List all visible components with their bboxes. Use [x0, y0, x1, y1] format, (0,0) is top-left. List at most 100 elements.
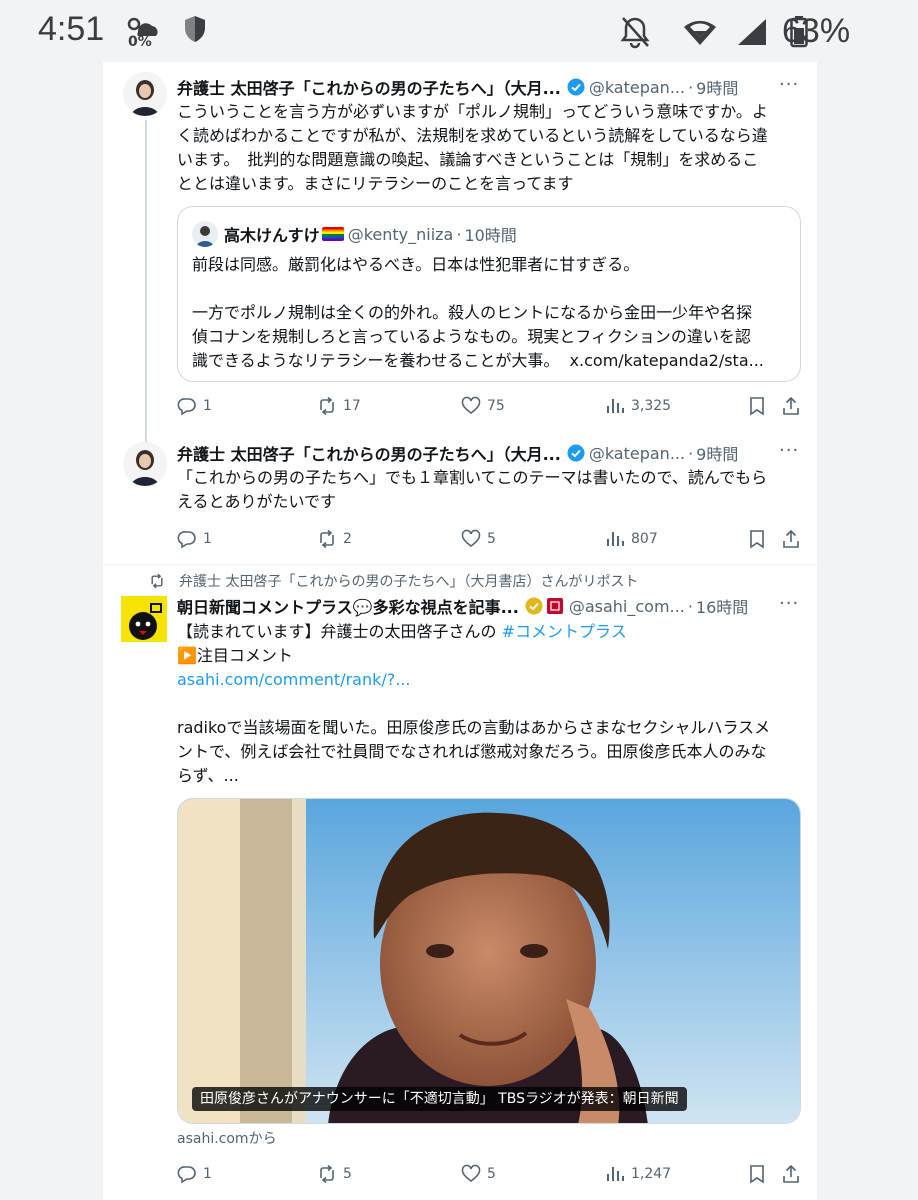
analytics-icon: [607, 1167, 624, 1181]
clock: 4:51: [38, 10, 105, 48]
tweet-time[interactable]: 9時間: [696, 441, 738, 465]
quoted-text-line: 偵コナンを規制しろと言っているようなもの。現実とフィクションの違いを認: [192, 327, 751, 346]
repost-icon: [320, 1164, 334, 1184]
card-title: 田原俊彦さんがアナウンサーに「不適切言動」 TBSラジオが発表：朝日新聞: [192, 1087, 687, 1111]
quoted-text-line: 前段は同感。厳罰化はやるべき。日本は性犯罪者に甘すぎる。: [192, 255, 640, 274]
separator-dot: ·: [456, 224, 462, 244]
share-button[interactable]: [781, 394, 801, 418]
reply-button[interactable]: 1: [177, 394, 212, 418]
shield-icon: [185, 16, 205, 42]
preview-image: [178, 799, 800, 1123]
bookmark-icon: [750, 397, 764, 416]
tweet-divider: [103, 564, 819, 565]
repost-count: 5: [343, 1166, 352, 1182]
bookmark-icon: [750, 530, 764, 549]
reply-icon: [177, 531, 196, 549]
analytics-icon: [607, 532, 624, 546]
quoted-author-avatar[interactable]: [192, 221, 218, 247]
author-name[interactable]: 朝日新聞コメントプラス💬多彩な視点を記事...: [177, 594, 519, 618]
timeline-feed: 弁護士 太田啓子「これからの男の子たちへ」（大月... @katepan... …: [102, 62, 819, 1200]
reply-count: 1: [203, 531, 212, 547]
bookmark-button[interactable]: [747, 527, 767, 551]
tweet-text-line: ▶️注目コメント: [177, 646, 293, 665]
repost-context[interactable]: 弁護士 太田啓子「これからの男の子たちへ」（大月書店）さんがリポスト: [149, 570, 638, 592]
tweet-text-line: ントで、例えば会社で社員間でなされれば懲戒対象だろう。田原俊彦氏本人のみな: [177, 742, 767, 761]
views-button[interactable]: 3,325: [605, 394, 671, 418]
views-button[interactable]: 807: [605, 527, 658, 551]
battery-percent: 63%: [782, 12, 851, 50]
separator-dot: ·: [687, 596, 693, 616]
repost-button[interactable]: 17: [317, 394, 361, 418]
reply-icon: [177, 1166, 196, 1184]
view-count: 3,325: [631, 398, 672, 414]
tweet-actions: 1 2 5 807: [177, 527, 803, 551]
gold-verified-badge-icon: [525, 597, 543, 615]
quoted-tweet[interactable]: 高木けんすけ @kenty_niiza · 10時間 前段は同感。厳罰化はやるべ…: [177, 206, 801, 382]
tweet-text-line: えるとありがたいです: [177, 492, 337, 511]
affiliate-badge-icon: [546, 598, 563, 614]
separator-dot: ·: [688, 443, 694, 463]
tweet-actions: 1 5 5 1,247: [177, 1162, 803, 1186]
signal-icon: [738, 19, 766, 45]
tweet-text-line: らず、...: [177, 766, 239, 785]
more-options-icon[interactable]: ···: [779, 595, 799, 617]
like-count: 5: [487, 1166, 496, 1182]
like-button[interactable]: 5: [461, 527, 496, 551]
analytics-icon: [607, 399, 624, 413]
tweet-text-line: く読めばわかることですが私が、法規制を求めているという読解をしているなら違: [177, 126, 768, 145]
bookmark-icon: [750, 1165, 764, 1184]
author-handle[interactable]: @katepan...: [589, 444, 685, 463]
link-preview-card[interactable]: 田原俊彦さんがアナウンサーに「不適切言動」 TBSラジオが発表：朝日新聞: [177, 798, 801, 1124]
status-bar: 4:51 0% 63%: [0, 0, 918, 62]
author-name[interactable]: 弁護士 太田啓子「これからの男の子たちへ」（大月...: [177, 75, 561, 99]
share-icon: [783, 529, 799, 548]
views-button[interactable]: 1,247: [605, 1162, 671, 1186]
tweet-text: 【読まれています】弁護士の太田啓子さんの #コメントプラス ▶️注目コメント a…: [177, 620, 770, 788]
author-name[interactable]: 弁護士 太田啓子「これからの男の子たちへ」（大月...: [177, 441, 561, 465]
repost-button[interactable]: 5: [317, 1162, 352, 1186]
tweet-text-line: こういうことを言う方が必ずいますが「ポルノ規制」ってどういう意味ですか。よ: [177, 102, 768, 121]
like-count: 75: [487, 398, 505, 414]
view-count: 1,247: [631, 1166, 672, 1182]
bookmark-button[interactable]: [747, 394, 767, 418]
like-button[interactable]: 5: [461, 1162, 496, 1186]
reply-button[interactable]: 1: [177, 1162, 212, 1186]
more-options-icon[interactable]: ···: [779, 76, 799, 98]
more-options-icon[interactable]: ···: [779, 442, 799, 464]
repost-icon: [320, 529, 334, 549]
bookmark-button[interactable]: [747, 1162, 767, 1186]
quoted-time: 10時間: [464, 226, 517, 245]
card-source[interactable]: asahi.comから: [177, 1128, 277, 1148]
author-avatar[interactable]: [121, 596, 167, 642]
author-avatar[interactable]: [123, 72, 167, 116]
heart-icon: [461, 1164, 481, 1182]
verified-badge-icon: [567, 444, 585, 462]
reply-button[interactable]: 1: [177, 527, 212, 551]
tweet-text-line: います。 批判的な問題意識の喚起、議論すべきということは「規制」を求めるこ: [177, 150, 759, 169]
author-avatar[interactable]: [123, 442, 167, 486]
wifi-icon: [684, 20, 716, 45]
quoted-author-name: 高木けんすけ: [224, 226, 320, 245]
repost-context-text: 弁護士 太田啓子「これからの男の子たちへ」（大月書店）さんがリポスト: [179, 574, 639, 590]
tweet-time[interactable]: 9時間: [696, 75, 738, 99]
author-handle[interactable]: @katepan...: [589, 78, 685, 97]
heart-icon: [461, 396, 481, 414]
like-count: 5: [487, 531, 496, 547]
tweet-text-line: 「これからの男の子たちへ」でも１章割いてこのテーマは書いたので、読んでもら: [177, 468, 768, 487]
like-button[interactable]: 75: [461, 394, 505, 418]
quoted-text-line: 一方でポルノ規制は全くの的外れ。殺人のヒントになるから金田一少年や名探: [192, 303, 753, 322]
tweet-link[interactable]: asahi.com/comment/rank/?...: [177, 668, 770, 692]
quoted-author-handle: @kenty_niiza: [347, 224, 454, 244]
repost-icon: [320, 396, 334, 416]
tweet-text-line: radikoで当該場面を聞いた。田原俊彦氏の言動はあからさまなセクシャルハラスメ: [177, 718, 771, 737]
weather-percent: 0%: [128, 34, 152, 50]
share-button[interactable]: [781, 527, 801, 551]
hashtag-link[interactable]: #コメントプラス: [502, 622, 627, 641]
share-button[interactable]: [781, 1162, 801, 1186]
author-handle[interactable]: @asahi_com...: [569, 597, 685, 616]
reply-count: 1: [203, 398, 212, 414]
repost-button[interactable]: 2: [317, 527, 352, 551]
tweet-time[interactable]: 16時間: [696, 594, 748, 618]
verified-badge-icon: [567, 78, 585, 96]
quoted-link[interactable]: x.com/katepanda2/sta...: [570, 351, 764, 370]
